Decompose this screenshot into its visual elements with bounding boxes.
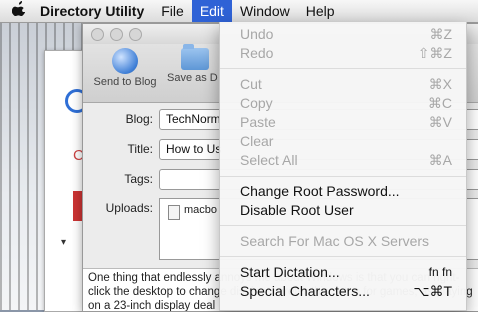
folder-icon xyxy=(181,44,209,70)
apple-icon[interactable] xyxy=(0,0,36,21)
window-controls xyxy=(91,28,142,41)
disclosure-triangle-icon: ▾ xyxy=(61,237,67,248)
menu-separator xyxy=(220,225,466,226)
menu-file[interactable]: File xyxy=(153,0,192,22)
globe-icon xyxy=(112,48,138,74)
menu-item-disable-root-user[interactable]: Disable Root User xyxy=(220,201,466,220)
blog-label: Blog: xyxy=(125,112,153,126)
menu-item-clear[interactable]: Clear xyxy=(220,132,466,151)
menu-edit[interactable]: Edit xyxy=(191,0,232,22)
zoom-window-button[interactable] xyxy=(129,28,142,41)
minimize-window-button[interactable] xyxy=(110,28,123,41)
menu-separator xyxy=(220,176,466,177)
app-menu[interactable]: Directory Utility xyxy=(36,3,153,19)
edit-menu-dropdown: Undo ⌘Z Redo ⇧⌘Z Cut ⌘X Copy ⌘C Paste ⌘V… xyxy=(219,22,467,311)
menu-item-search-servers[interactable]: Search For Mac OS X Servers xyxy=(220,232,466,251)
upload-file-name[interactable]: macbo xyxy=(184,204,217,216)
save-as-label: Save as D xyxy=(167,72,218,84)
close-window-button[interactable] xyxy=(91,28,104,41)
menu-bar: Directory Utility File Edit Window Help xyxy=(0,0,478,23)
menu-item-undo[interactable]: Undo ⌘Z xyxy=(220,25,466,44)
menu-item-start-dictation[interactable]: Start Dictation... fn fn xyxy=(220,263,466,282)
menu-item-special-characters[interactable]: Special Characters... ⌥⌘T xyxy=(220,282,466,301)
menu-item-cut[interactable]: Cut ⌘X xyxy=(220,75,466,94)
menu-item-copy[interactable]: Copy ⌘C xyxy=(220,94,466,113)
menu-item-paste[interactable]: Paste ⌘V xyxy=(220,113,466,132)
send-to-blog-label: Send to Blog xyxy=(93,76,157,88)
title-label: Title: xyxy=(127,142,153,156)
menu-item-change-root-password[interactable]: Change Root Password... xyxy=(220,182,466,201)
menu-item-select-all[interactable]: Select All ⌘A xyxy=(220,151,466,170)
tags-label: Tags: xyxy=(124,172,153,186)
send-to-blog-button[interactable]: Send to Blog xyxy=(89,48,161,88)
menu-separator xyxy=(220,68,466,69)
menu-window[interactable]: Window xyxy=(232,0,298,22)
menu-item-redo[interactable]: Redo ⇧⌘Z xyxy=(220,44,466,63)
uploads-label: Uploads: xyxy=(105,201,153,215)
file-icon xyxy=(168,205,180,220)
menu-separator xyxy=(220,256,466,257)
menu-help[interactable]: Help xyxy=(298,0,343,22)
save-as-button[interactable]: Save as D xyxy=(167,44,223,84)
